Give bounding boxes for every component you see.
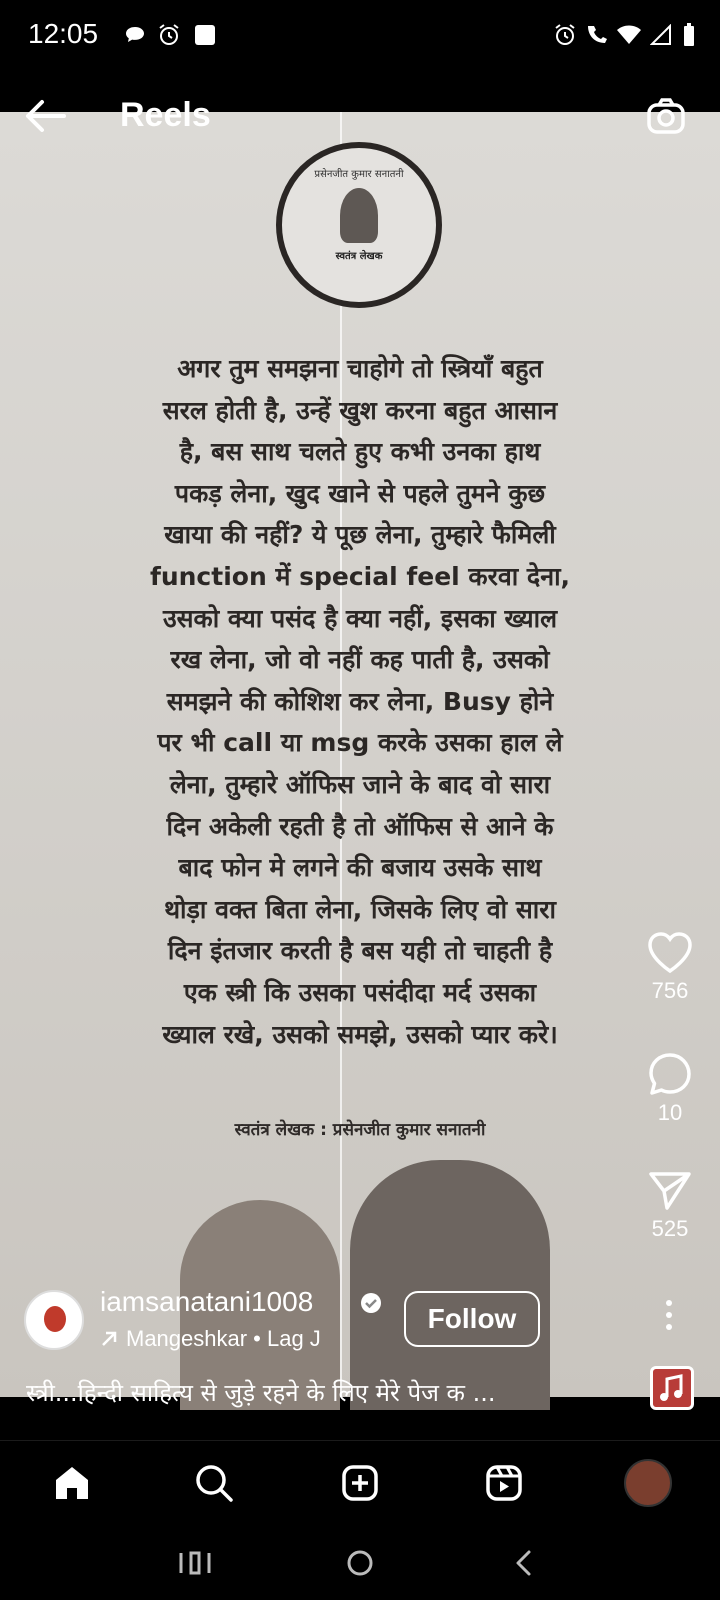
- quote-line: लेना, तुम्हारे ऑफिस जाने के बाद वो सारा: [169, 769, 551, 799]
- music-thumbnail[interactable]: [650, 1366, 694, 1410]
- quote-line: पर भी call या msg करके उसका हाल ले: [157, 728, 563, 758]
- quote-line: दिन इंतजार करती है बस यही तो चाहती है: [167, 936, 553, 966]
- quote-line: रख लेना, जो वो नहीं कह पाती है, उसको: [170, 645, 550, 675]
- back-chevron-icon[interactable]: [505, 1543, 545, 1583]
- trending-arrow-icon: [102, 1331, 117, 1346]
- verified-badge-icon: [360, 1292, 382, 1314]
- quote-line: है, बस साथ चलते हुए कभी उनका हाथ: [179, 437, 541, 467]
- logo-figure: [340, 188, 378, 243]
- status-bar: 12:05: [0, 0, 720, 72]
- chat-bubble-icon: [122, 22, 148, 48]
- comment-count: 10: [657, 1100, 683, 1125]
- comment-action[interactable]: 10: [630, 1052, 710, 1126]
- quote-line: पकड़ लेना, खुद खाने से पहले तुमने कुछ: [174, 478, 546, 508]
- quote-line: उसको क्या पसंद है क्या नहीं, इसका ख्याल: [162, 603, 558, 633]
- reels-icon[interactable]: [480, 1459, 528, 1507]
- audio-track-label: Mangeshkar • Lag J: [126, 1326, 321, 1351]
- system-navigation: [0, 1525, 720, 1600]
- quote-line: अगर तुम समझना चाहोगे तो स्त्रियाँ बहुत: [177, 354, 543, 383]
- quote-author: स्वतंत्र लेखक : प्रसेनजीत कुमार सनातनी: [234, 1120, 486, 1140]
- more-options-icon[interactable]: [654, 1296, 684, 1336]
- avatar-figure: [44, 1306, 66, 1332]
- audio-track[interactable]: Mangeshkar • Lag J: [100, 1326, 321, 1352]
- reels-header: Reels: [0, 82, 720, 152]
- quote-line: थोड़ा वक्त बिता लेना, जिसके लिए वो सारा: [164, 894, 556, 924]
- quote-line: function में special feel करवा देना,: [149, 561, 571, 591]
- quote-line: बाद फोन मे लगने की बजाय उसके साथ: [178, 853, 542, 883]
- home-circle-icon[interactable]: [340, 1543, 380, 1583]
- alarm-icon: [552, 22, 578, 48]
- logo-name: प्रसेनजीत कुमार सनातनी: [314, 169, 404, 180]
- quote-text: अगर तुम समझना चाहोगे तो स्त्रियाँ बहुत स…: [100, 348, 620, 1055]
- author-logo: प्रसेनजीत कुमार सनातनी स्वतंत्र लेखक: [276, 142, 442, 308]
- quote-line: समझने की कोशिश कर लेना, Busy होने: [166, 686, 554, 716]
- camera-icon[interactable]: [646, 96, 686, 136]
- signal-icon: [648, 22, 674, 48]
- owner-username[interactable]: iamsanatani1008: [100, 1286, 313, 1318]
- battery-icon: [676, 22, 702, 48]
- couple-photo: [150, 1160, 570, 1410]
- follow-button[interactable]: Follow: [404, 1291, 540, 1347]
- alarm-icon: [156, 22, 182, 48]
- share-icon[interactable]: [648, 1170, 692, 1212]
- search-icon[interactable]: [190, 1459, 238, 1507]
- heart-icon[interactable]: [647, 932, 693, 974]
- reel-caption[interactable]: स्त्री...हिन्दी साहित्य से जुड़े रहने के…: [26, 1376, 616, 1409]
- share-action[interactable]: 525: [630, 1170, 710, 1242]
- quote-line: एक स्त्री कि उसका पसंदीदा मर्द उसका: [183, 977, 537, 1007]
- wifi-icon: [616, 22, 642, 48]
- owner-avatar[interactable]: [24, 1290, 84, 1350]
- quote-line: ख्याल रखे, उसको समझे, उसको प्यार करे।: [162, 1019, 558, 1049]
- wifi-call-icon: [584, 22, 610, 48]
- page-title: Reels: [120, 96, 211, 134]
- bottom-navigation: [0, 1440, 720, 1525]
- music-note-icon: [660, 1374, 683, 1401]
- man-figure: [350, 1160, 550, 1410]
- notification-square-icon: [192, 22, 218, 48]
- back-arrow-icon[interactable]: [22, 96, 68, 136]
- home-icon[interactable]: [48, 1459, 96, 1507]
- quote-line: खाया की नहीं? ये पूछ लेना, तुम्हारे फैमि…: [164, 520, 556, 550]
- logo-subtitle: स्वतंत्र लेखक: [335, 251, 383, 262]
- like-action[interactable]: 756: [630, 932, 710, 1004]
- comment-icon[interactable]: [647, 1052, 693, 1096]
- create-post-icon[interactable]: [336, 1459, 384, 1507]
- recent-apps-icon[interactable]: [175, 1543, 215, 1583]
- like-count: 756: [651, 978, 689, 1003]
- status-time: 12:05: [28, 18, 99, 49]
- share-count: 525: [651, 1216, 689, 1241]
- quote-line: दिन अकेली रहती है तो ऑफिस से आने के: [166, 811, 554, 841]
- profile-avatar[interactable]: [624, 1459, 672, 1507]
- quote-line: सरल होती है, उन्हें खुश करना बहुत आसान: [162, 395, 558, 425]
